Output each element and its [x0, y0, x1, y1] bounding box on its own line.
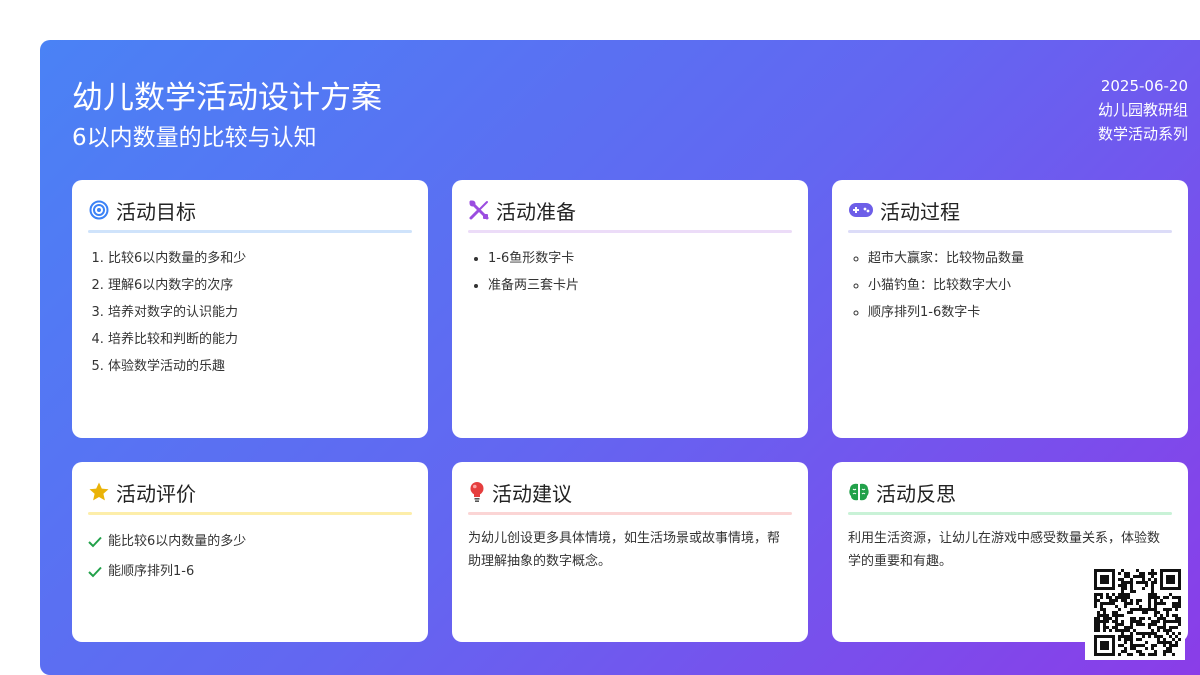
eval-list: 能比较6以内数量的多少 能顺序排列1-6 [88, 527, 412, 587]
list-item: 超市大赢家：比较物品数量 [868, 245, 1172, 272]
list-item: 准备两三套卡片 [488, 272, 792, 299]
suggest-text: 为幼儿创设更多具体情境，如生活场景或故事情境，帮助理解抽象的数字概念。 [468, 531, 781, 569]
card-suggest-divider [468, 512, 792, 515]
list-item: 比较6以内数量的多和少 [108, 245, 412, 272]
card-eval-title: 活动评价 [116, 481, 196, 506]
qr-code-image [1085, 565, 1185, 660]
eval-item-text: 能比较6以内数量的多少 [108, 534, 247, 549]
header-meta: 2025-06-20 幼儿园教研组 数学活动系列 [1098, 74, 1188, 146]
card-reflect-divider [848, 512, 1172, 515]
qr-finder-pattern [1094, 635, 1115, 656]
list-item: 培养比较和判断的能力 [108, 326, 412, 353]
goals-list: 比较6以内数量的多和少 理解6以内数字的次序 培养对数字的认识能力 培养比较和判… [88, 245, 412, 380]
card-reflect-title: 活动反思 [876, 481, 956, 506]
card-goals-divider [88, 230, 412, 233]
card-prep: 活动准备 1-6鱼形数字卡 准备两三套卡片 [452, 180, 808, 438]
list-item: 培养对数字的认识能力 [108, 299, 412, 326]
list-item: 1-6鱼形数字卡 [488, 245, 792, 272]
list-item: 顺序排列1-6数字卡 [868, 299, 1172, 326]
card-prep-divider [468, 230, 792, 233]
target-icon [88, 199, 110, 221]
list-item: 体验数学活动的乐趣 [108, 353, 412, 380]
meta-series: 数学活动系列 [1097, 125, 1188, 143]
main-panel: 幼儿数学活动设计方案 6以内数量的比较与认知 2025-06-20 幼儿园教研组… [40, 40, 1200, 675]
card-eval: 活动评价 能比较6以内数量的多少 能顺序排列1-6 [72, 462, 428, 642]
lightbulb-icon [468, 481, 486, 503]
meta-date: 2025-06-20 [1100, 77, 1188, 95]
eval-item-text: 能顺序排列1-6 [108, 564, 195, 579]
qr-finder-pattern [1160, 569, 1181, 590]
card-suggest: 活动建议 为幼儿创设更多具体情境，如生活场景或故事情境，帮助理解抽象的数字概念。 [452, 462, 808, 642]
list-item: 能顺序排列1-6 [88, 557, 412, 587]
qr-finder-pattern [1094, 569, 1115, 590]
prep-list: 1-6鱼形数字卡 准备两三套卡片 [468, 245, 792, 299]
gamepad-icon [848, 199, 874, 221]
list-item: 能比较6以内数量的多少 [88, 527, 412, 557]
list-item: 小猫钓鱼：比较数字大小 [868, 272, 1172, 299]
card-goals: 活动目标 比较6以内数量的多和少 理解6以内数字的次序 培养对数字的认识能力 培… [72, 180, 428, 438]
page-subtitle: 6以内数量的比较与认知 [72, 125, 317, 151]
card-process-title: 活动过程 [880, 199, 960, 224]
page-title: 幼儿数学活动设计方案 [72, 80, 382, 116]
card-goals-title: 活动目标 [116, 199, 196, 224]
card-process: 活动过程 超市大赢家：比较物品数量 小猫钓鱼：比较数字大小 顺序排列1-6数字卡 [832, 180, 1188, 438]
check-icon [88, 566, 108, 578]
card-prep-title: 活动准备 [496, 199, 576, 224]
card-process-divider [848, 230, 1172, 233]
star-icon [88, 481, 110, 503]
card-eval-divider [88, 512, 412, 515]
card-suggest-title: 活动建议 [492, 481, 572, 506]
tools-icon [468, 199, 490, 221]
list-item: 理解6以内数字的次序 [108, 272, 412, 299]
brain-icon [848, 481, 870, 503]
meta-org: 幼儿园教研组 [1097, 101, 1188, 119]
process-list: 超市大赢家：比较物品数量 小猫钓鱼：比较数字大小 顺序排列1-6数字卡 [848, 245, 1172, 326]
check-icon [88, 536, 108, 548]
